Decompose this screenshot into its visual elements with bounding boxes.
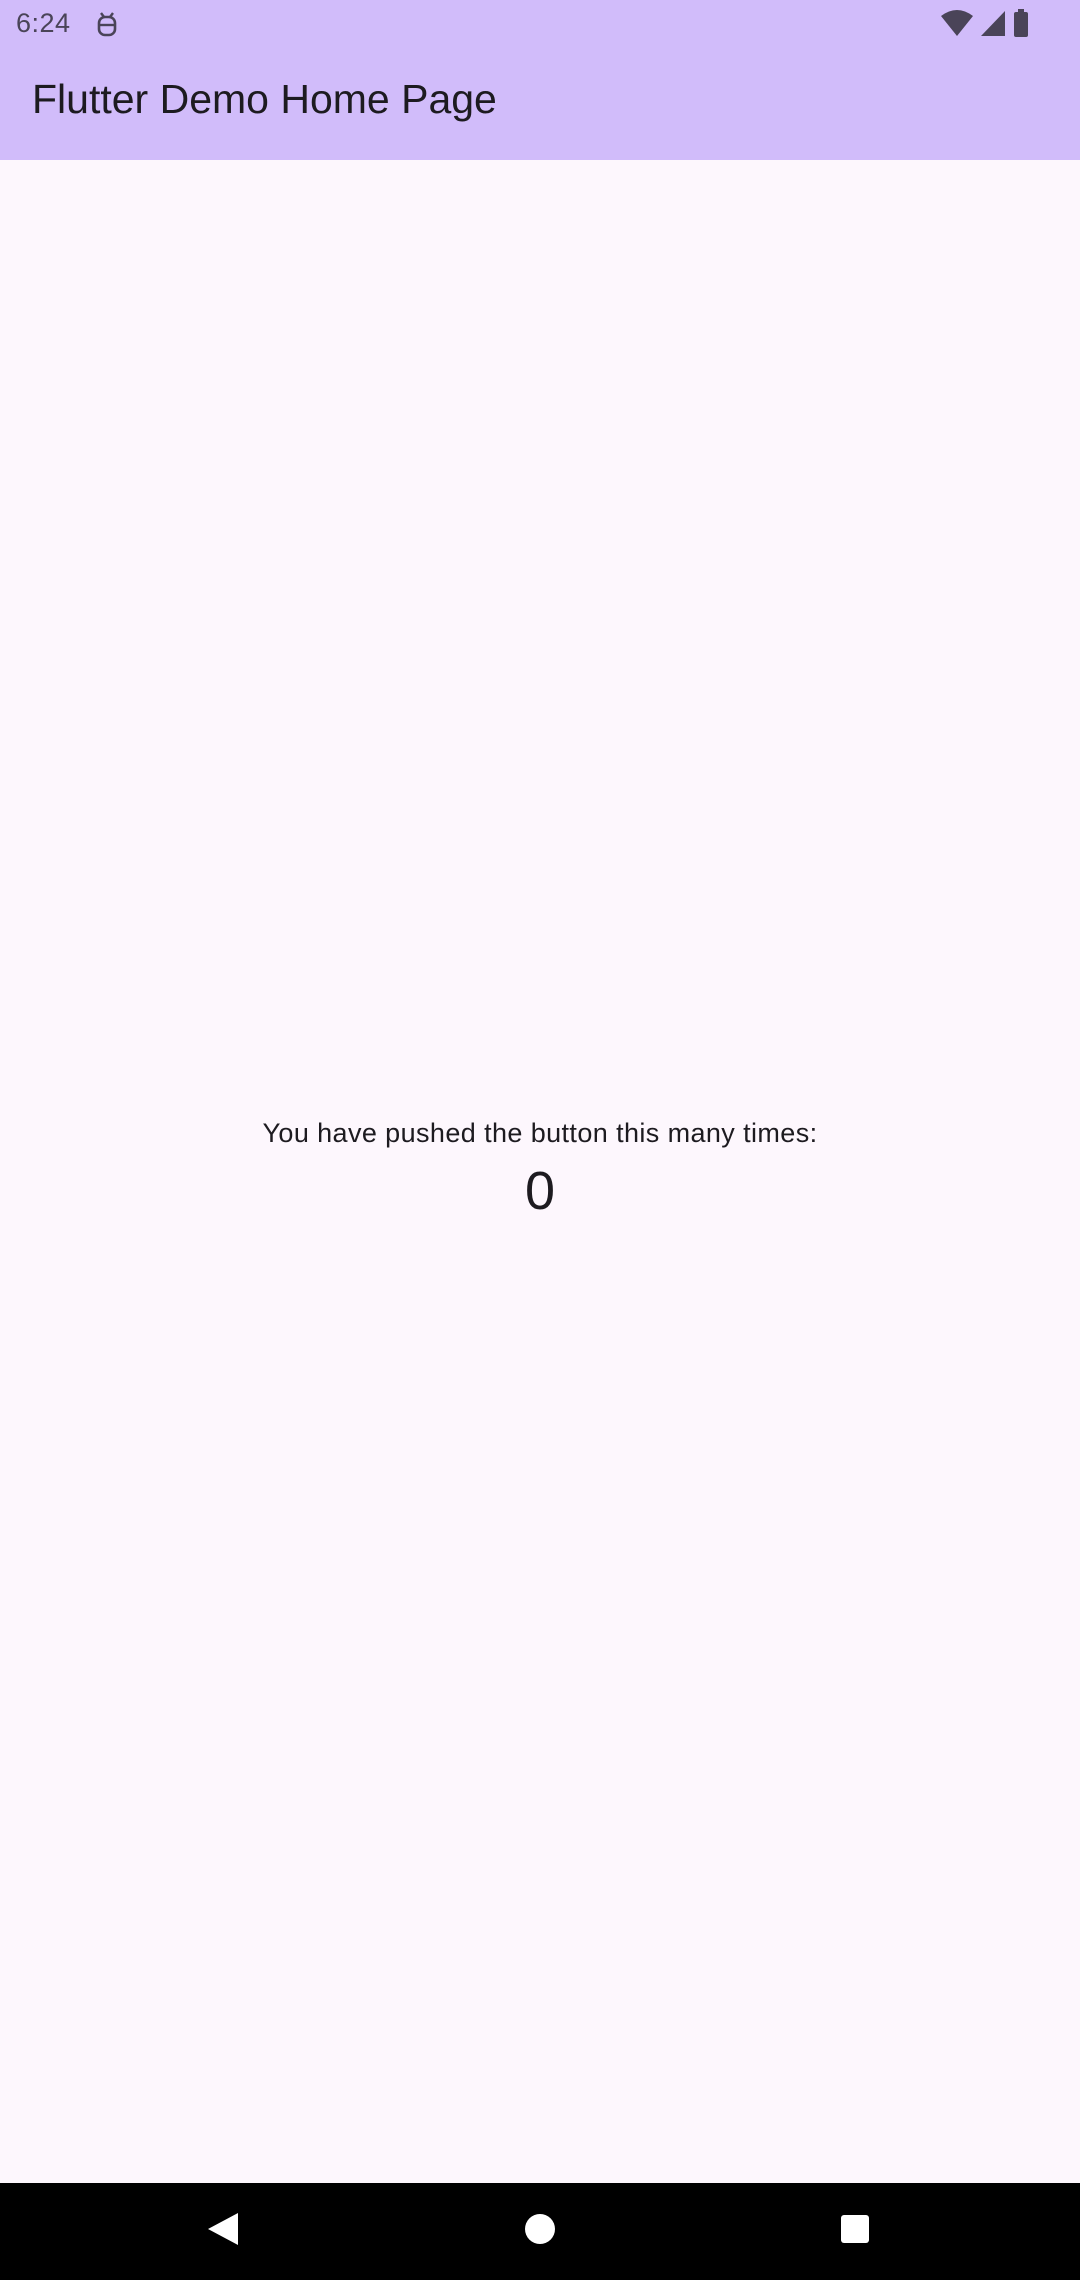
status-bar: 6:24 [0,0,1080,50]
home-circle-icon [524,2213,556,2250]
page-title: Flutter Demo Home Page [32,76,497,122]
nav-recents-button[interactable] [795,2183,915,2280]
nav-back-button[interactable] [163,2183,283,2280]
status-time: 6:24 [16,8,71,38]
back-triangle-icon [206,2211,240,2252]
debug-icon [94,10,120,40]
wifi-icon [940,9,974,42]
status-icons [940,8,1030,43]
main-content: You have pushed the button this many tim… [0,160,1080,2280]
recents-square-icon [840,2214,870,2249]
cellular-signal-icon [980,9,1006,42]
nav-home-button[interactable] [480,2183,600,2280]
app-screen: 6:24 Flutter Demo Home Page You have pus… [0,0,1080,2280]
counter-caption: You have pushed the button this many tim… [262,1118,818,1148]
system-navigation-bar [0,2183,1080,2280]
counter-value: 0 [524,1161,556,1221]
app-bar: Flutter Demo Home Page [0,50,1080,160]
top-region: 6:24 Flutter Demo Home Page [0,0,1080,160]
battery-icon [1012,8,1030,43]
